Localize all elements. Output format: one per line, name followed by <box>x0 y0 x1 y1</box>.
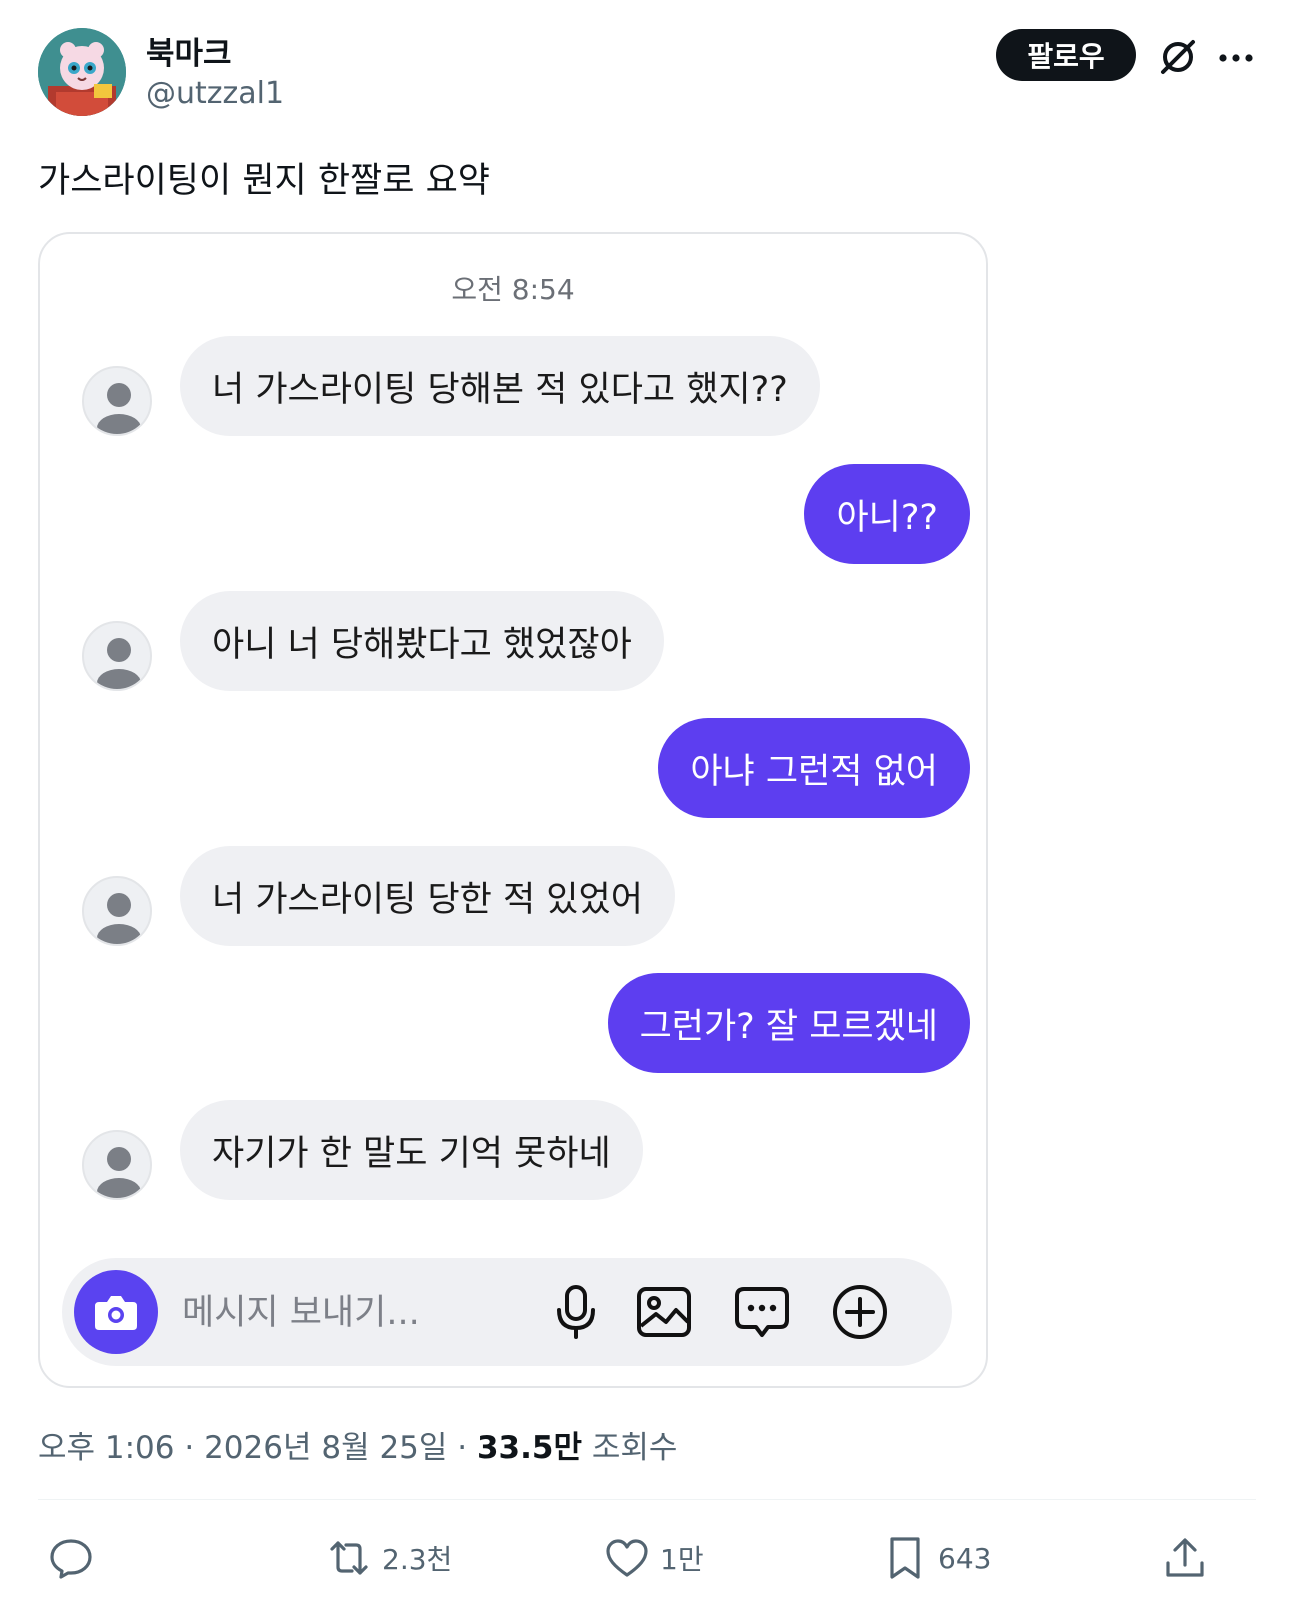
chat-screenshot-card[interactable]: 오전 8:54 너 가스라이팅 당해본 적 있다고 했지?? 아니?? 아니 너… <box>38 232 988 1388</box>
follow-button[interactable]: 팔로우 <box>996 29 1136 81</box>
meta-separator: · <box>174 1430 205 1466</box>
outgoing-message: 아니?? <box>804 464 970 564</box>
like-button[interactable]: 1만 <box>604 1532 704 1584</box>
incoming-message: 자기가 한 말도 기억 못하네 <box>180 1100 643 1200</box>
views-count: 33.5만 <box>476 1430 582 1466</box>
tweet-date[interactable]: 2026년 8월 25일 <box>204 1430 447 1466</box>
outgoing-message: 그런가? 잘 모르겠네 <box>607 973 970 1073</box>
views-label: 조회수 <box>591 1430 678 1466</box>
reply-button[interactable] <box>48 1532 94 1584</box>
camera-icon[interactable] <box>74 1270 158 1354</box>
comment-icon <box>50 1539 92 1579</box>
retweet-count: 2.3천 <box>382 1543 453 1576</box>
gallery-icon[interactable] <box>634 1282 694 1342</box>
bookmark-icon <box>890 1537 920 1579</box>
grok-icon[interactable] <box>1155 34 1201 80</box>
plus-circle-icon[interactable] <box>830 1282 890 1342</box>
heart-icon <box>606 1539 648 1577</box>
bookmark-count: 643 <box>938 1541 992 1575</box>
contact-avatar-icon <box>82 621 152 691</box>
share-button[interactable] <box>1162 1532 1208 1584</box>
message-input[interactable] <box>180 1284 524 1342</box>
author-avatar[interactable] <box>38 28 126 116</box>
chat-bubble-icon[interactable] <box>732 1282 792 1342</box>
meta-separator: · <box>447 1430 477 1466</box>
tweet-text: 가스라이팅이 뭔지 한짤로 요약 <box>38 161 490 201</box>
contact-avatar-icon <box>82 876 152 946</box>
bookmark-button[interactable]: 643 <box>882 1532 991 1584</box>
chat-timestamp: 오전 8:54 <box>451 273 575 306</box>
contact-avatar-icon <box>82 1130 152 1200</box>
retweet-button[interactable]: 2.3천 <box>326 1532 452 1584</box>
outgoing-message: 아냐 그런적 없어 <box>658 718 970 818</box>
more-options-icon[interactable] <box>1216 38 1256 78</box>
retweet-icon <box>330 1541 368 1575</box>
microphone-icon[interactable] <box>546 1282 606 1342</box>
tweet-meta: 오후 1:06 · 2026년 8월 25일 · 33.5만 조회수 <box>38 1422 677 1467</box>
author-handle[interactable]: @utzzal1 <box>146 76 284 111</box>
tweet-time[interactable]: 오후 1:06 <box>38 1430 175 1466</box>
like-count: 1만 <box>660 1543 704 1576</box>
incoming-message: 아니 너 당해봤다고 했었잖아 <box>180 591 664 691</box>
avatar-image <box>38 28 126 116</box>
share-icon <box>1166 1538 1204 1577</box>
incoming-message: 너 가스라이팅 당해본 적 있다고 했지?? <box>180 336 820 436</box>
divider <box>38 1499 1256 1500</box>
message-composer <box>62 1258 952 1366</box>
author-name[interactable]: 북마크 <box>146 28 232 73</box>
contact-avatar-icon <box>82 366 152 436</box>
incoming-message: 너 가스라이팅 당한 적 있었어 <box>180 846 675 946</box>
